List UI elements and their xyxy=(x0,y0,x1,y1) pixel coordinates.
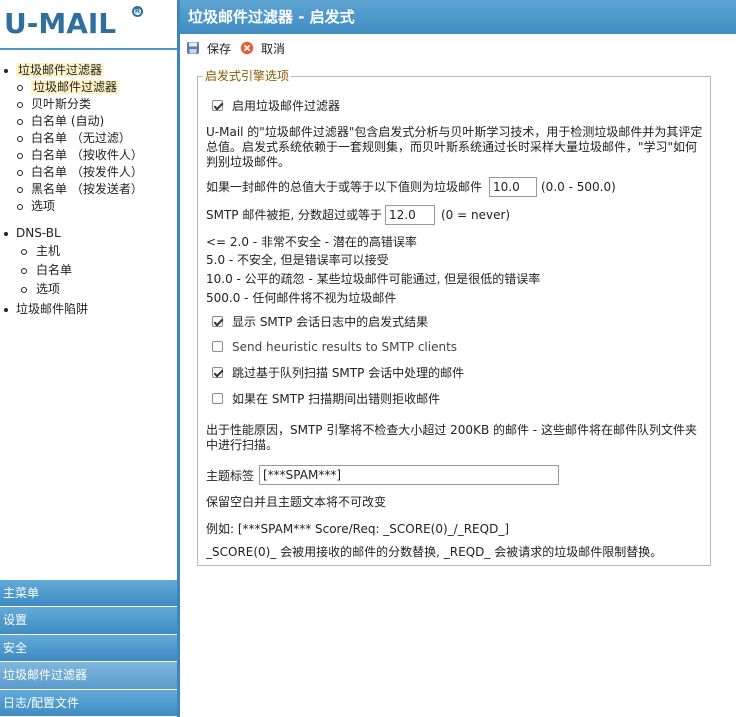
nav-spam-filter[interactable]: 垃圾邮件过滤器 xyxy=(0,662,177,690)
option-checkbox[interactable] xyxy=(212,393,223,404)
tree-item-whitelist-recipient[interactable]: 白名单 （按收件人） xyxy=(0,147,177,164)
threshold-input[interactable] xyxy=(489,177,537,197)
description-text: U-Mail 的"垃圾邮件过滤器"包含启发式分析与贝叶斯学习技术，用于检测垃圾邮… xyxy=(206,125,703,169)
panel-legend: 启发式引擎选项 xyxy=(203,69,292,84)
nav-settings[interactable]: 设置 xyxy=(0,607,177,635)
nav-logs[interactable]: 日志/配置文件 xyxy=(0,689,177,717)
bottom-nav: 主菜单 设置 安全 垃圾邮件过滤器 日志/配置文件 xyxy=(0,580,177,717)
sidebar-divider xyxy=(177,0,180,717)
tree-item-label: 白名单 （按收件人） xyxy=(31,148,143,162)
threshold-label: 如果一封邮件的总值大于或等于以下值则为垃圾邮件 xyxy=(206,180,483,194)
tree-item-label: 垃圾邮件过滤器 xyxy=(16,63,105,77)
tree-item-dnsbl-whitelist[interactable]: 白名单 xyxy=(0,261,177,280)
tree-item-dnsbl-hosts[interactable]: 主机 xyxy=(0,242,177,261)
option-checkbox[interactable] xyxy=(212,367,223,378)
tree-item-label: 黑名单 （按发送者） xyxy=(31,182,143,196)
page-title: 垃圾邮件过滤器 - 启发式 xyxy=(180,0,736,34)
tree-item-spam-trap[interactable]: 垃圾邮件陷阱 xyxy=(0,301,177,318)
logo: U-MAIL R xyxy=(0,0,177,50)
cancel-button[interactable]: 取消 xyxy=(240,40,292,58)
sidebar-tree: 垃圾邮件过滤器 垃圾邮件过滤器 贝叶斯分类 白名单 (自动) 白名单 （无过滤）… xyxy=(0,62,177,318)
tree-item-label: 白名单 (自动) xyxy=(31,114,105,128)
option-checkbox[interactable] xyxy=(212,341,223,352)
scale-line: 10.0 - 公平的疏忽 - 某些垃圾邮件可能通过, 但是很低的错误率 xyxy=(206,272,541,286)
smtp-reject-label: SMTP 邮件被拒, 分数超过或等于 xyxy=(206,208,382,222)
toolbar: 保存 取消 xyxy=(180,34,736,62)
tree-item-label: 白名单 （按发件人） xyxy=(31,165,143,179)
save-label: 保存 xyxy=(207,42,232,56)
app-window: U-MAIL R 垃圾邮件过滤器 垃圾邮件过滤器 贝叶斯分类 白名单 (自动) … xyxy=(0,0,736,717)
tree-item-bayes[interactable]: 贝叶斯分类 xyxy=(0,96,177,113)
option-label: 如果在 SMTP 扫描期间出错则拒收邮件 xyxy=(232,392,441,406)
tree-item-spam-filter-sub[interactable]: 垃圾邮件过滤器 xyxy=(0,79,177,96)
nav-security[interactable]: 安全 xyxy=(0,634,177,663)
option-label: Send heuristic results to SMTP clients xyxy=(232,340,458,354)
tree-item-blacklist-sender[interactable]: 黑名单 （按发送者） xyxy=(0,181,177,198)
registered-mark-icon: R xyxy=(132,6,143,17)
sidebar: U-MAIL R 垃圾邮件过滤器 垃圾邮件过滤器 贝叶斯分类 白名单 (自动) … xyxy=(0,0,177,717)
subject-tag-input[interactable] xyxy=(259,465,559,485)
example-text: 例如: [***SPAM*** Score/Req: _SCORE(0)_/_R… xyxy=(206,522,510,536)
tree-item-label: 选项 xyxy=(31,199,56,213)
blank-note: 保留空白并且主题文本将不可改变 xyxy=(206,495,387,509)
tree-item-whitelist-sender[interactable]: 白名单 （按发件人） xyxy=(0,164,177,181)
tree-item-options[interactable]: 选项 xyxy=(0,198,177,215)
smtp-reject-note: (0 = never) xyxy=(441,208,511,222)
enable-filter-label: 启用垃圾邮件过滤器 xyxy=(232,99,341,113)
option-checkbox[interactable] xyxy=(212,316,223,327)
score-note: _SCORE(0)_ 会被用接收的邮件的分数替换, _REQD_ 会被请求的垃圾… xyxy=(206,545,663,559)
tree-item-label: 白名单 xyxy=(36,263,73,277)
option-label: 跳过基于队列扫描 SMTP 会话中处理的邮件 xyxy=(232,366,465,380)
tree-item-dnsbl[interactable]: DNS-BL xyxy=(0,225,177,242)
tree-item-whitelist-auto[interactable]: 白名单 (自动) xyxy=(0,113,177,130)
smtp-reject-input[interactable] xyxy=(385,205,435,225)
option-label: 显示 SMTP 会话日志中的启发式结果 xyxy=(232,315,429,329)
enable-filter-checkbox[interactable] xyxy=(212,100,223,111)
cancel-icon xyxy=(240,41,254,55)
performance-note: 出于性能原因，SMTP 引擎将不检查大小超过 200KB 的邮件 - 这些邮件将… xyxy=(206,423,697,452)
tree-item-spam-filter[interactable]: 垃圾邮件过滤器 xyxy=(0,62,177,79)
scale-line: 5.0 - 不安全, 但是错误率可以接受 xyxy=(206,253,389,267)
tree-item-label: 主机 xyxy=(36,244,61,258)
subject-tag-label: 主题标签 xyxy=(206,469,255,483)
tree-item-label: 选项 xyxy=(36,282,61,296)
tree-item-label: 贝叶斯分类 xyxy=(31,97,92,111)
threshold-range: (0.0 - 500.0) xyxy=(541,180,616,194)
nav-main-menu[interactable]: 主菜单 xyxy=(0,580,177,608)
cancel-label: 取消 xyxy=(261,42,286,56)
save-button[interactable]: 保存 xyxy=(186,40,238,58)
scale-line: <= 2.0 - 非常不安全 - 潜在的高错误率 xyxy=(206,235,417,249)
tree-item-label: 白名单 （无过滤） xyxy=(31,131,131,145)
tree-item-whitelist-nofilter[interactable]: 白名单 （无过滤） xyxy=(0,130,177,147)
scale-line: 500.0 - 任何邮件将不视为垃圾邮件 xyxy=(206,291,397,305)
save-icon xyxy=(187,42,199,54)
tree-item-label: 垃圾邮件陷阱 xyxy=(16,302,89,316)
tree-item-label: 垃圾邮件过滤器 xyxy=(31,80,120,94)
heuristic-options-panel: 启发式引擎选项 启用垃圾邮件过滤器 U-Mail 的"垃圾邮件过滤器"包含启发式… xyxy=(197,69,711,566)
tree-item-dnsbl-options[interactable]: 选项 xyxy=(0,280,177,299)
tree-item-label: DNS-BL xyxy=(16,226,61,240)
logo-text: U-MAIL xyxy=(4,7,117,40)
threshold-row: 如果一封邮件的总值大于或等于以下值则为垃圾邮件 xyxy=(206,179,482,195)
